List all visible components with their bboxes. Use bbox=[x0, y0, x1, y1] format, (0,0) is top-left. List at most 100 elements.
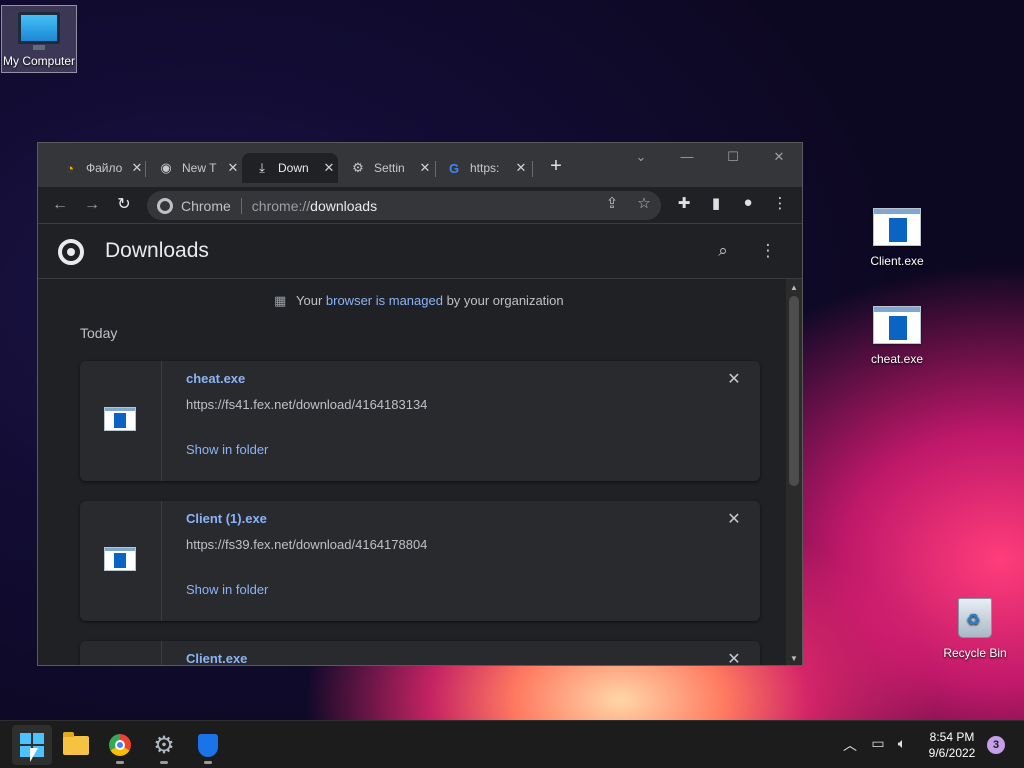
tab-title: Файло bbox=[86, 161, 123, 175]
building-icon: ▦ bbox=[274, 293, 287, 308]
url-scheme: chrome:// bbox=[251, 197, 311, 214]
tab-strip: ◔ Файло ✕ ◉ New T ✕ ⤓ Down ✕ ⚙ Settin ✕ … bbox=[38, 143, 802, 187]
tab-file-share[interactable]: ◔ Файло ✕ bbox=[50, 153, 146, 183]
address-divider bbox=[240, 197, 242, 214]
exe-file-icon bbox=[104, 547, 136, 571]
new-tab-button[interactable]: + bbox=[544, 155, 568, 179]
tab-search-icon[interactable]: ⌄ bbox=[629, 149, 653, 167]
address-bar[interactable]: Chrome chrome:// downloads bbox=[147, 191, 661, 220]
managed-link[interactable]: browser is managed bbox=[326, 293, 443, 308]
managed-text: by your organization bbox=[442, 293, 564, 308]
remove-icon[interactable]: ✕ bbox=[724, 369, 744, 389]
exe-file-icon bbox=[873, 306, 921, 344]
chrome-logo-icon bbox=[58, 239, 84, 265]
desktop-icon-client-exe[interactable]: Client.exe bbox=[859, 208, 935, 268]
tab-title: https: bbox=[470, 161, 500, 175]
tab-title: New T bbox=[182, 161, 217, 175]
star-icon[interactable]: ☆ bbox=[633, 194, 655, 212]
exe-file-icon bbox=[104, 407, 136, 431]
taskbar-file-explorer[interactable] bbox=[56, 725, 96, 765]
scrollbar[interactable]: ▲ ▼ bbox=[786, 279, 802, 665]
downloads-header: Downloads ⌕ ⋮ bbox=[38, 223, 802, 279]
page-title: Downloads bbox=[105, 239, 209, 262]
downloads-list: ▦ Your browser is managed by your organiz… bbox=[38, 279, 784, 665]
network-icon[interactable]: ▭ bbox=[868, 735, 888, 752]
desktop-icon-recycle-bin[interactable]: ♻ Recycle Bin bbox=[937, 598, 1013, 660]
tab-google[interactable]: G https: ✕ bbox=[434, 153, 530, 183]
scrollbar-thumb[interactable] bbox=[789, 296, 799, 486]
close-icon[interactable]: ✕ bbox=[224, 160, 242, 176]
profile-icon[interactable]: ● bbox=[736, 194, 760, 211]
close-icon[interactable]: ✕ bbox=[128, 160, 146, 176]
chrome-icon bbox=[109, 734, 131, 756]
running-indicator bbox=[204, 761, 212, 764]
url-host: downloads bbox=[310, 197, 378, 214]
mouse-cursor-icon bbox=[30, 748, 38, 762]
desktop-icon-label: Recycle Bin bbox=[943, 646, 1007, 660]
tab-new-tab[interactable]: ◉ New T ✕ bbox=[146, 153, 242, 183]
search-icon[interactable]: ⌕ bbox=[712, 241, 734, 261]
reload-icon[interactable]: ↻ bbox=[112, 193, 136, 217]
chrome-icon bbox=[157, 197, 173, 214]
tab-separator bbox=[532, 161, 533, 177]
tab-downloads[interactable]: ⤓ Down ✕ bbox=[242, 153, 338, 183]
file-share-icon: ◔ bbox=[66, 160, 74, 176]
gear-icon: ⚙ bbox=[153, 732, 175, 759]
close-icon[interactable]: ✕ bbox=[416, 160, 434, 176]
close-icon[interactable]: ✕ bbox=[512, 160, 530, 176]
browser-toolbar: ← → ↻ Chrome chrome:// downloads ⇪ ☆ ✚ ▮… bbox=[38, 187, 802, 223]
volume-icon[interactable]: 🔈︎ bbox=[892, 735, 912, 752]
window-close-icon[interactable]: ✕ bbox=[767, 149, 791, 167]
share-icon[interactable]: ⇪ bbox=[601, 194, 623, 212]
back-arrow-icon[interactable]: ← bbox=[48, 193, 72, 217]
taskbar-chrome[interactable] bbox=[100, 725, 140, 765]
side-panel-icon[interactable]: ▮ bbox=[704, 194, 728, 212]
system-clock[interactable]: 8:54 PM 9/6/2022 bbox=[918, 729, 986, 761]
desktop-icon-label: My Computer bbox=[2, 54, 76, 68]
tab-settings[interactable]: ⚙ Settin ✕ bbox=[338, 153, 434, 183]
download-item: Client (1).exe https://fs39.fex.net/down… bbox=[80, 501, 760, 621]
menu-kebab-icon[interactable]: ⋮ bbox=[768, 194, 792, 212]
shield-icon bbox=[198, 734, 218, 757]
notification-badge[interactable]: 3 bbox=[987, 736, 1005, 754]
more-options-icon[interactable]: ⋮ bbox=[757, 241, 779, 261]
tab-title: Down bbox=[278, 161, 309, 175]
taskbar-settings[interactable]: ⚙ bbox=[144, 725, 184, 765]
download-item: Client.exe ✕ bbox=[80, 641, 760, 665]
address-chip: Chrome bbox=[181, 197, 231, 214]
taskbar-security[interactable] bbox=[188, 725, 228, 765]
file-icon-column bbox=[80, 361, 162, 481]
desktop-icon-my-computer[interactable]: My Computer bbox=[1, 5, 77, 73]
clock-time: 8:54 PM bbox=[929, 730, 975, 744]
maximize-icon[interactable]: ☐ bbox=[721, 149, 745, 167]
date-section-label: Today bbox=[80, 325, 118, 341]
desktop-icon-cheat-exe[interactable]: cheat.exe bbox=[859, 306, 935, 366]
browser-window: ◔ Файло ✕ ◉ New T ✕ ⤓ Down ✕ ⚙ Settin ✕ … bbox=[37, 142, 803, 666]
remove-icon[interactable]: ✕ bbox=[724, 649, 744, 665]
download-url: https://fs41.fex.net/download/4164183134 bbox=[186, 397, 428, 412]
remove-icon[interactable]: ✕ bbox=[724, 509, 744, 529]
chevron-up-icon[interactable]: ︿ bbox=[840, 735, 860, 755]
forward-arrow-icon[interactable]: → bbox=[80, 193, 104, 217]
tab-title: Settin bbox=[374, 161, 405, 175]
download-filename[interactable]: Client (1).exe bbox=[186, 511, 267, 526]
scroll-up-arrow-icon[interactable]: ▲ bbox=[786, 283, 802, 292]
chrome-icon: ◉ bbox=[160, 160, 172, 175]
scroll-down-arrow-icon[interactable]: ▼ bbox=[786, 654, 802, 663]
download-filename[interactable]: cheat.exe bbox=[186, 371, 245, 386]
computer-icon bbox=[18, 12, 60, 50]
running-indicator bbox=[160, 761, 168, 764]
minimize-icon[interactable]: — bbox=[675, 149, 699, 167]
folder-icon bbox=[63, 732, 89, 755]
extensions-icon[interactable]: ✚ bbox=[672, 194, 696, 212]
close-icon[interactable]: ✕ bbox=[320, 160, 338, 176]
file-icon-column bbox=[80, 641, 162, 665]
desktop-icon-label: Client.exe bbox=[870, 254, 924, 268]
show-in-folder-link[interactable]: Show in folder bbox=[186, 442, 268, 457]
show-in-folder-link[interactable]: Show in folder bbox=[186, 582, 268, 597]
download-filename[interactable]: Client.exe bbox=[186, 651, 247, 665]
managed-text: Your bbox=[296, 293, 326, 308]
gear-icon: ⚙ bbox=[352, 160, 364, 175]
exe-file-icon bbox=[873, 208, 921, 246]
download-url: https://fs39.fex.net/download/4164178804 bbox=[186, 537, 428, 552]
